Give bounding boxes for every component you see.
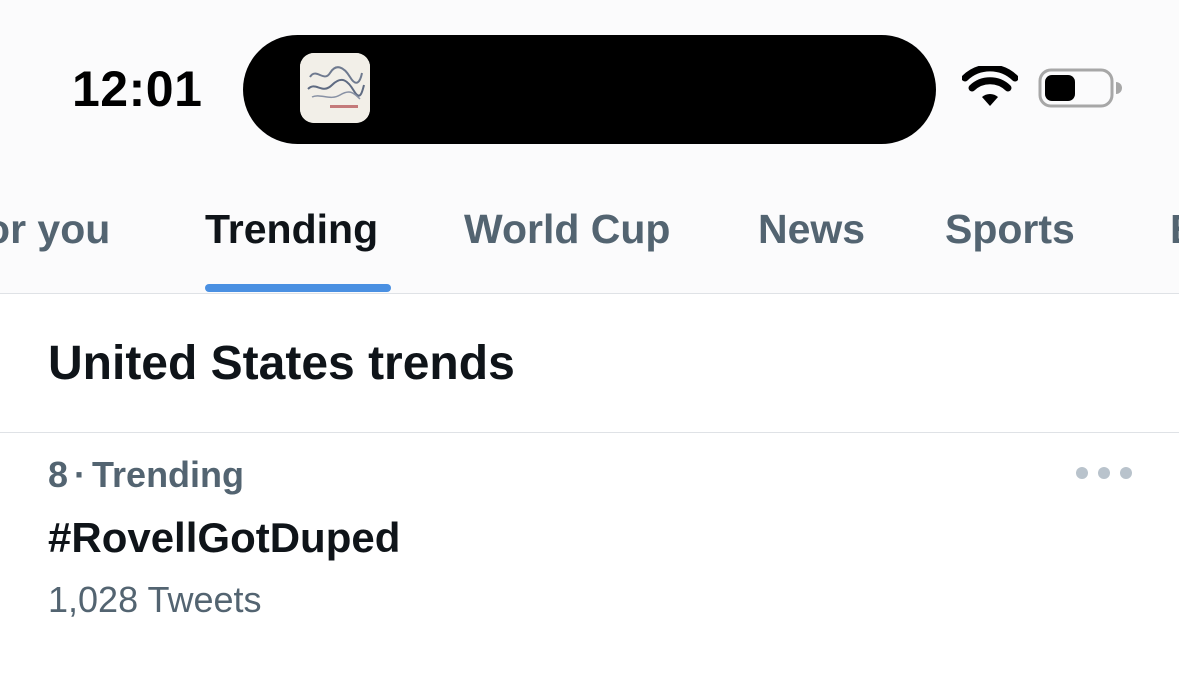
trend-separator: ·: [74, 454, 87, 495]
wifi-icon: [962, 66, 1018, 106]
more-horizontal-icon[interactable]: [1076, 459, 1132, 487]
trend-item[interactable]: 8 · Trending #RovellGotDuped 1,028 Tweets: [0, 433, 1179, 676]
active-tab-indicator: [205, 284, 391, 292]
battery-icon: [1038, 68, 1122, 108]
trend-tweet-count: 1,028 Tweets: [48, 579, 262, 620]
trend-rank: 8: [48, 454, 69, 495]
section-title: United States trends: [48, 337, 515, 390]
tab-news[interactable]: News: [758, 204, 865, 254]
trend-meta: 8 · Trending: [48, 453, 244, 497]
trend-name[interactable]: #RovellGotDuped: [48, 513, 400, 563]
app-icon[interactable]: [300, 53, 370, 123]
dynamic-island[interactable]: [243, 35, 936, 144]
explore-tabs: For you Trending World Cup News Sports E: [0, 170, 1179, 294]
status-time: 12:01: [72, 61, 203, 117]
trend-context: Trending: [92, 454, 245, 495]
status-bar: 12:01: [0, 0, 1179, 170]
tab-sports[interactable]: Sports: [945, 204, 1075, 254]
tab-trending[interactable]: Trending: [205, 204, 378, 254]
tab-for-you[interactable]: For you: [0, 204, 110, 254]
tab-world-cup[interactable]: World Cup: [464, 204, 670, 254]
tab-entertainment[interactable]: E: [1170, 204, 1179, 254]
